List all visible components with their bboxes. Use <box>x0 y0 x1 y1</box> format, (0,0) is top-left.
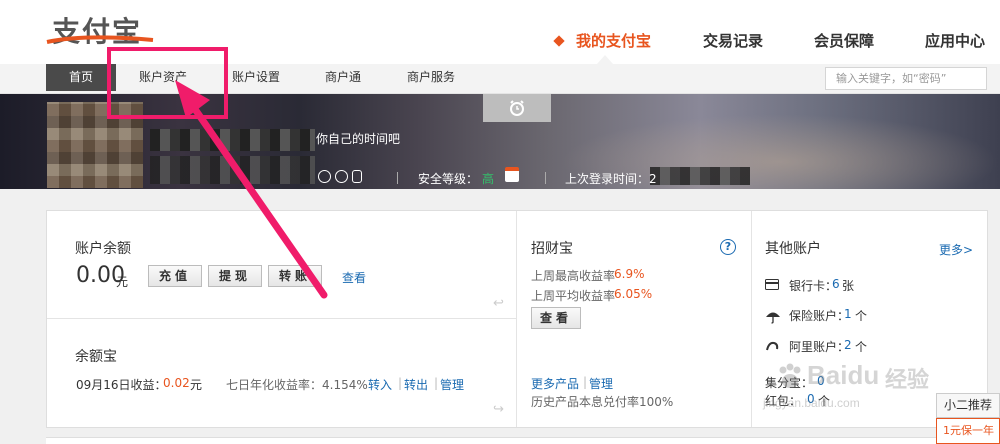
history-payment-rate: 历史产品本息兑付率100% <box>531 395 674 409</box>
nav-my-alipay[interactable]: 我的支付宝 <box>576 30 651 52</box>
help-icon[interactable]: ? <box>720 239 736 255</box>
watermark-brand: Baidu <box>807 360 880 390</box>
subnav-merchant-service[interactable]: 商户服务 <box>396 64 466 91</box>
ali-account-unit: 个 <box>855 340 868 354</box>
other-accounts-title: 其他账户 <box>765 241 821 257</box>
yuebao-annual-rate: 七日年化收益率：4.154% <box>226 378 368 392</box>
insurance-unit: 个 <box>855 309 868 323</box>
ali-account-icon <box>766 341 779 351</box>
clock-button[interactable] <box>483 94 551 122</box>
transfer-button[interactable]: 转账 <box>268 265 322 287</box>
balance-unit: 元 <box>116 275 129 289</box>
yuebao-title: 余额宝 <box>75 349 117 365</box>
insurance-label: 保险账户： <box>789 309 850 323</box>
week-avg-value: 6.05% <box>614 287 653 301</box>
divider <box>545 172 546 184</box>
annotation-highlight-box <box>107 47 228 119</box>
mobile-icon[interactable] <box>352 170 362 183</box>
bank-card-unit: 张 <box>842 279 855 293</box>
yuebao-transfer-out-link[interactable]: 转出 <box>404 376 428 393</box>
separator: | <box>583 375 588 389</box>
watermark-url: jingyan.baidu.com <box>763 396 860 410</box>
identity-icon[interactable] <box>318 170 331 183</box>
verification-icons <box>318 170 362 183</box>
umbrella-icon <box>766 312 780 324</box>
baidu-jingyan-watermark: Baidu 经验 jingyan.baidu.com <box>757 358 947 418</box>
yuebao-manage-link[interactable]: 管理 <box>440 376 464 393</box>
yuebao-income-value: 0.02 <box>163 376 190 390</box>
separator: | <box>398 376 403 390</box>
next-panel-edge <box>46 437 936 444</box>
logo-swoosh-icon <box>46 35 154 44</box>
withdraw-button[interactable]: 提现 <box>208 265 262 287</box>
security-shield-icon[interactable] <box>505 167 519 182</box>
yuebao-income-label: 09月16日收益： <box>76 378 167 392</box>
bank-card-icon <box>765 279 779 290</box>
return-arrow-icon[interactable]: ↩ <box>493 296 504 311</box>
subnav-merchant-link[interactable]: 商户通 <box>308 64 378 91</box>
insurance-count[interactable]: 1 <box>844 307 852 321</box>
ali-account-count[interactable]: 2 <box>844 338 852 352</box>
separator: | <box>434 376 439 390</box>
watermark-brand-cn: 经验 <box>885 368 930 393</box>
bank-card-label: 银行卡： <box>789 279 838 293</box>
column-divider <box>751 211 752 427</box>
more-accounts-link[interactable]: 更多> <box>939 241 973 258</box>
banner-tagline: 你自己的时间吧 <box>316 132 401 146</box>
bank-card-count[interactable]: 6 <box>832 277 840 291</box>
certificate-icon[interactable] <box>335 170 348 183</box>
alarm-clock-icon <box>510 100 524 116</box>
nav-member-protection[interactable]: 会员保障 <box>814 30 874 52</box>
row-divider <box>47 318 516 319</box>
zhaocaibao-title: 招财宝 <box>531 241 573 257</box>
more-products-link[interactable]: 更多产品 <box>531 375 579 392</box>
forward-arrow-icon[interactable]: ↪ <box>493 402 504 417</box>
baidu-paw-icon <box>779 363 801 388</box>
subnav-home[interactable]: 首页 <box>46 64 116 91</box>
ali-account-label: 阿里账户： <box>789 340 850 354</box>
username-blurred <box>150 129 315 151</box>
divider <box>397 172 398 184</box>
balance-title: 账户余额 <box>75 241 131 257</box>
zhaocaibao-view-button[interactable]: 查看 <box>531 307 581 329</box>
active-nav-dot-icon <box>553 35 565 47</box>
insurance-promo-link[interactable]: 1元保一年 <box>936 418 1000 444</box>
week-high-value: 6.9% <box>614 267 645 281</box>
view-balance-link[interactable]: 查看 <box>342 269 366 286</box>
last-login-label: 上次登录时间：2 <box>565 172 657 186</box>
column-divider <box>516 211 517 427</box>
nav-app-center[interactable]: 应用中心 <box>925 30 985 52</box>
search-input[interactable]: 输入关键字，如“密码” <box>825 67 987 90</box>
nav-pointer-icon <box>597 55 613 64</box>
security-level-value: 高 <box>482 172 495 186</box>
nav-transactions[interactable]: 交易记录 <box>703 30 763 52</box>
zhaocaibao-manage-link[interactable]: 管理 <box>589 375 613 392</box>
subnav-account-settings[interactable]: 账户设置 <box>221 64 291 91</box>
week-avg-label: 上周平均收益率 <box>531 289 616 303</box>
week-high-label: 上周最高收益率 <box>531 269 616 283</box>
login-time-blurred <box>650 167 750 185</box>
yuebao-transfer-in-link[interactable]: 转入 <box>368 376 392 393</box>
alipay-logo[interactable]: 支付宝 <box>45 4 165 52</box>
account-blurred <box>150 156 315 184</box>
security-level-label: 安全等级： <box>418 172 479 186</box>
xiaoer-recommend-button[interactable]: 小二推荐 <box>936 393 1000 418</box>
recharge-button[interactable]: 充值 <box>148 265 202 287</box>
yuebao-income-unit: 元 <box>190 378 203 392</box>
